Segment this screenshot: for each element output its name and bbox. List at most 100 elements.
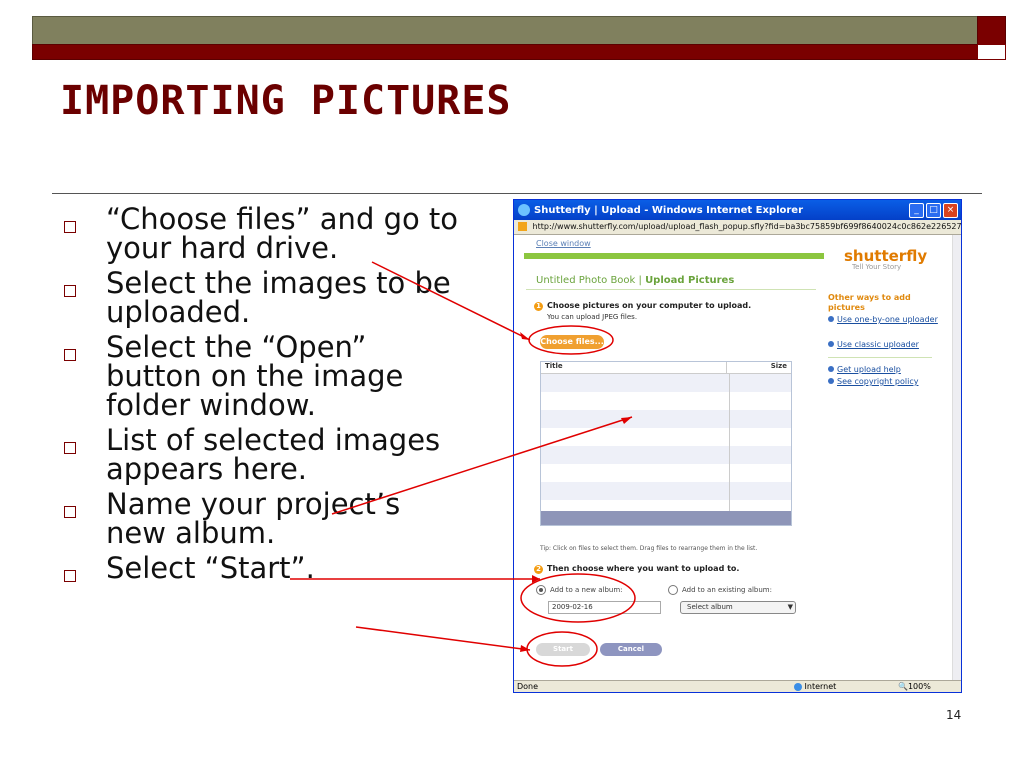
bullet-text: Name your project’s new album. xyxy=(106,487,401,550)
side-link-one-by-one[interactable]: Use one-by-one uploader xyxy=(828,315,938,324)
page-number: 14 xyxy=(946,708,962,722)
step-1-text: Choose pictures on your computer to uplo… xyxy=(547,301,752,310)
security-zone: Internet xyxy=(794,681,836,692)
status-text: Done xyxy=(517,682,539,691)
bullet-list: “Choose files” and go to your hard drive… xyxy=(60,205,505,589)
existing-album-radio[interactable] xyxy=(668,585,678,595)
zoom-icon: 🔍 xyxy=(898,682,908,691)
file-list-header: Title Size xyxy=(541,362,791,374)
side-link-help[interactable]: Get upload help xyxy=(828,365,901,374)
header-olive-bar xyxy=(32,16,978,45)
table-row[interactable] xyxy=(541,410,791,428)
table-row[interactable] xyxy=(541,482,791,500)
bullet-box-icon xyxy=(64,349,76,361)
table-row[interactable] xyxy=(541,392,791,410)
bullet-box-icon xyxy=(64,570,76,582)
title-divider xyxy=(52,193,982,194)
bullet-text: Select the “Open” button on the image fo… xyxy=(106,330,404,422)
album-select-value: Select album xyxy=(687,603,733,611)
step-2-label: 2 Then choose where you want to upload to… xyxy=(534,564,739,574)
corner-decoration xyxy=(977,16,1006,45)
maximize-icon[interactable]: □ xyxy=(926,203,941,218)
close-window-link[interactable]: Close window xyxy=(536,239,591,248)
album-select[interactable]: Select album ▼ xyxy=(680,601,796,614)
column-size[interactable]: Size xyxy=(727,362,791,373)
side-link-text[interactable]: Use classic uploader xyxy=(837,340,919,349)
site-favicon-icon xyxy=(518,222,527,231)
bullet-item: List of selected images appears here. xyxy=(60,426,500,484)
choose-files-button[interactable]: Choose files... xyxy=(540,335,604,349)
table-row[interactable] xyxy=(541,428,791,446)
column-divider xyxy=(729,374,730,514)
bullet-dot-icon xyxy=(828,366,834,372)
bullet-dot-icon xyxy=(828,378,834,384)
header-red-bar xyxy=(32,44,978,60)
cancel-button[interactable]: Cancel xyxy=(600,643,662,656)
file-list-footer xyxy=(541,511,791,525)
globe-icon xyxy=(794,682,802,691)
logo-tagline: Tell Your Story xyxy=(852,263,902,271)
section-name: Upload Pictures xyxy=(645,275,735,286)
address-url: http://www.shutterfly.com/upload/upload_… xyxy=(532,222,961,231)
step-1-label: 1 Choose pictures on your computer to upl… xyxy=(534,301,751,311)
step-1-subtext: You can upload JPEG files. xyxy=(547,313,638,321)
bullet-dot-icon xyxy=(828,341,834,347)
file-list-table[interactable]: Title Size xyxy=(540,361,792,526)
bullet-box-icon xyxy=(64,506,76,518)
bullet-box-icon xyxy=(64,442,76,454)
heading-underline xyxy=(526,289,816,290)
slide-title: IMPORTING PICTURES xyxy=(60,78,512,124)
bullet-item: “Choose files” and go to your hard drive… xyxy=(60,205,500,263)
table-row[interactable] xyxy=(541,464,791,482)
book-name: Untitled Photo Book xyxy=(536,275,636,286)
new-album-option[interactable]: Add to a new album: xyxy=(536,585,623,595)
step-1-badge: 1 xyxy=(534,302,543,311)
existing-album-label: Add to an existing album: xyxy=(682,586,772,594)
bullet-box-icon xyxy=(64,221,76,233)
bullet-item: Select the images to be uploaded. xyxy=(60,269,500,327)
file-list-rows xyxy=(541,374,791,514)
page-heading: Untitled Photo Book | Upload Pictures xyxy=(536,275,734,286)
tip-text: Tip: Click on files to select them. Drag… xyxy=(540,545,758,552)
side-link-text[interactable]: Get upload help xyxy=(837,365,901,374)
arrow-start xyxy=(355,626,531,651)
progress-accent-bar xyxy=(524,253,824,259)
existing-album-option[interactable]: Add to an existing album: xyxy=(668,585,772,595)
bullet-box-icon xyxy=(64,285,76,297)
close-icon[interactable]: × xyxy=(943,203,958,218)
new-album-name-input[interactable]: 2009-02-16 xyxy=(548,601,661,614)
side-link-copyright[interactable]: See copyright policy xyxy=(828,377,918,386)
heading-separator: | xyxy=(635,275,646,286)
zone-label: Internet xyxy=(804,682,837,691)
window-title: Shutterfly | Upload - Windows Internet E… xyxy=(534,204,804,216)
side-link-classic[interactable]: Use classic uploader xyxy=(828,340,919,349)
address-bar[interactable]: http://www.shutterfly.com/upload/upload_… xyxy=(514,220,961,235)
minimize-icon[interactable]: _ xyxy=(909,203,924,218)
side-link-text[interactable]: See copyright policy xyxy=(837,377,918,386)
bullet-item: Select the “Open” button on the image fo… xyxy=(60,333,410,420)
bullet-item: Name your project’s new album. xyxy=(60,490,410,548)
vertical-scrollbar[interactable] xyxy=(952,235,961,682)
step-2-text: Then choose where you want to upload to. xyxy=(547,564,740,573)
window-controls: _ □ × xyxy=(909,203,958,218)
bullet-dot-icon xyxy=(828,316,834,322)
table-row[interactable] xyxy=(541,446,791,464)
table-row[interactable] xyxy=(541,374,791,392)
ie-icon xyxy=(518,204,530,216)
bullet-item: Select “Start”. xyxy=(60,554,500,583)
chevron-down-icon: ▼ xyxy=(787,603,793,611)
bullet-text: List of selected images appears here. xyxy=(106,423,441,486)
upload-page: Close window shutterfly Tell Your Story … xyxy=(514,235,955,682)
side-heading: Other ways to add pictures xyxy=(828,293,911,312)
zoom-control[interactable]: 🔍100% xyxy=(898,681,931,692)
corner-decoration-lower xyxy=(977,44,1006,60)
bullet-text: “Choose files” and go to your hard drive… xyxy=(106,202,459,265)
side-link-text[interactable]: Use one-by-one uploader xyxy=(837,315,938,324)
start-button[interactable]: Start xyxy=(536,643,590,656)
new-album-radio[interactable] xyxy=(536,585,546,595)
side-divider xyxy=(828,357,932,358)
column-title[interactable]: Title xyxy=(541,362,727,373)
browser-window: Shutterfly | Upload - Windows Internet E… xyxy=(513,199,962,693)
step-2-badge: 2 xyxy=(534,565,543,574)
window-titlebar[interactable]: Shutterfly | Upload - Windows Internet E… xyxy=(514,200,961,220)
